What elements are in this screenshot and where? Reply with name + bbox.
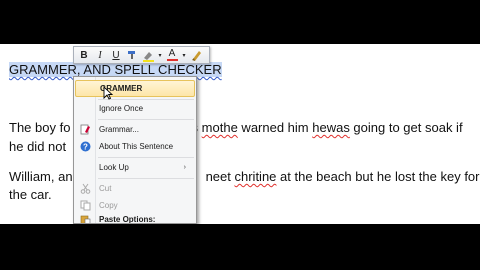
- document-page[interactable]: GRAMMER, AND SPELL CHECKER The boy fohis…: [0, 44, 480, 224]
- bold-button[interactable]: B: [77, 48, 91, 62]
- menu-item-label: Cut: [99, 184, 112, 193]
- format-painter-icon: [128, 51, 135, 59]
- font-color-dropdown-icon[interactable]: ▾: [181, 48, 187, 62]
- menu-item-about-sentence[interactable]: ? About This Sentence: [75, 138, 195, 155]
- font-color-button[interactable]: A: [165, 48, 179, 62]
- submenu-arrow-icon: ›: [183, 164, 186, 171]
- mini-formatting-toolbar: B I U ▾ A ▾: [73, 46, 210, 64]
- para1-text-mid: warned him: [237, 120, 313, 135]
- menu-item-look-up[interactable]: Look Up ›: [75, 159, 195, 176]
- help-icon: ?: [75, 138, 95, 155]
- para2-text-after-menu: neet: [205, 169, 235, 184]
- para2-text-end: at the beach but he lost the key for: [276, 169, 480, 184]
- menu-item-label: Copy: [99, 201, 118, 210]
- format-painter-button[interactable]: [125, 48, 139, 62]
- highlighter-icon: [142, 51, 154, 62]
- para2-line2-text: the car.: [9, 187, 52, 202]
- styles-brush-icon: [191, 50, 201, 61]
- menu-separator: [98, 119, 194, 120]
- misspelled-word-mothe[interactable]: mothe: [202, 120, 238, 135]
- font-color-glyph: A: [168, 48, 176, 59]
- underline-button[interactable]: U: [109, 48, 123, 62]
- misspelled-word-hewas[interactable]: hewas: [312, 120, 350, 135]
- menu-item-ignore-once[interactable]: Ignore Once: [75, 100, 195, 117]
- paste-icon: [75, 211, 95, 223]
- para1-text-before: The boy fo: [9, 120, 71, 135]
- menu-item-label: Paste Options:: [99, 215, 156, 224]
- italic-button[interactable]: I: [93, 48, 107, 62]
- menu-item-label: About This Sentence: [99, 142, 174, 151]
- menu-item-cut[interactable]: Cut: [75, 180, 195, 197]
- para1-text-end: going to get soak if: [349, 120, 463, 135]
- menu-item-label: Ignore Once: [99, 104, 144, 113]
- svg-text:?: ?: [83, 142, 88, 151]
- scissors-icon: [75, 180, 95, 197]
- paragraph-1-line-2: he did not: [9, 139, 66, 155]
- menu-separator: [98, 157, 194, 158]
- menu-item-suggestion-grammer[interactable]: GRAMMER: [75, 80, 195, 97]
- menu-item-paste-options: Paste Options:: [75, 211, 195, 224]
- document-heading[interactable]: GRAMMER, AND SPELL CHECKER: [9, 62, 222, 77]
- menu-separator: [98, 178, 194, 179]
- para1-line2-text: he did not: [9, 139, 67, 154]
- paragraph-2-line-2: the car.: [9, 187, 52, 203]
- font-color-swatch: [166, 59, 178, 61]
- highlight-dropdown-icon[interactable]: ▾: [157, 48, 163, 62]
- highlight-button[interactable]: [141, 48, 155, 62]
- menu-item-label: Look Up: [99, 163, 129, 172]
- spelling-context-menu: GRAMMER Ignore Once Grammar... ? About T…: [73, 76, 197, 224]
- menu-item-grammar[interactable]: Grammar...: [75, 121, 195, 138]
- menu-item-label: Grammar...: [99, 125, 140, 134]
- misspelled-word-chritine[interactable]: chritine: [235, 169, 277, 184]
- styles-button[interactable]: [189, 48, 203, 62]
- mouse-pointer-icon: [103, 86, 113, 100]
- grammar-icon: [75, 121, 95, 138]
- para2-text-before: William, an: [9, 169, 73, 184]
